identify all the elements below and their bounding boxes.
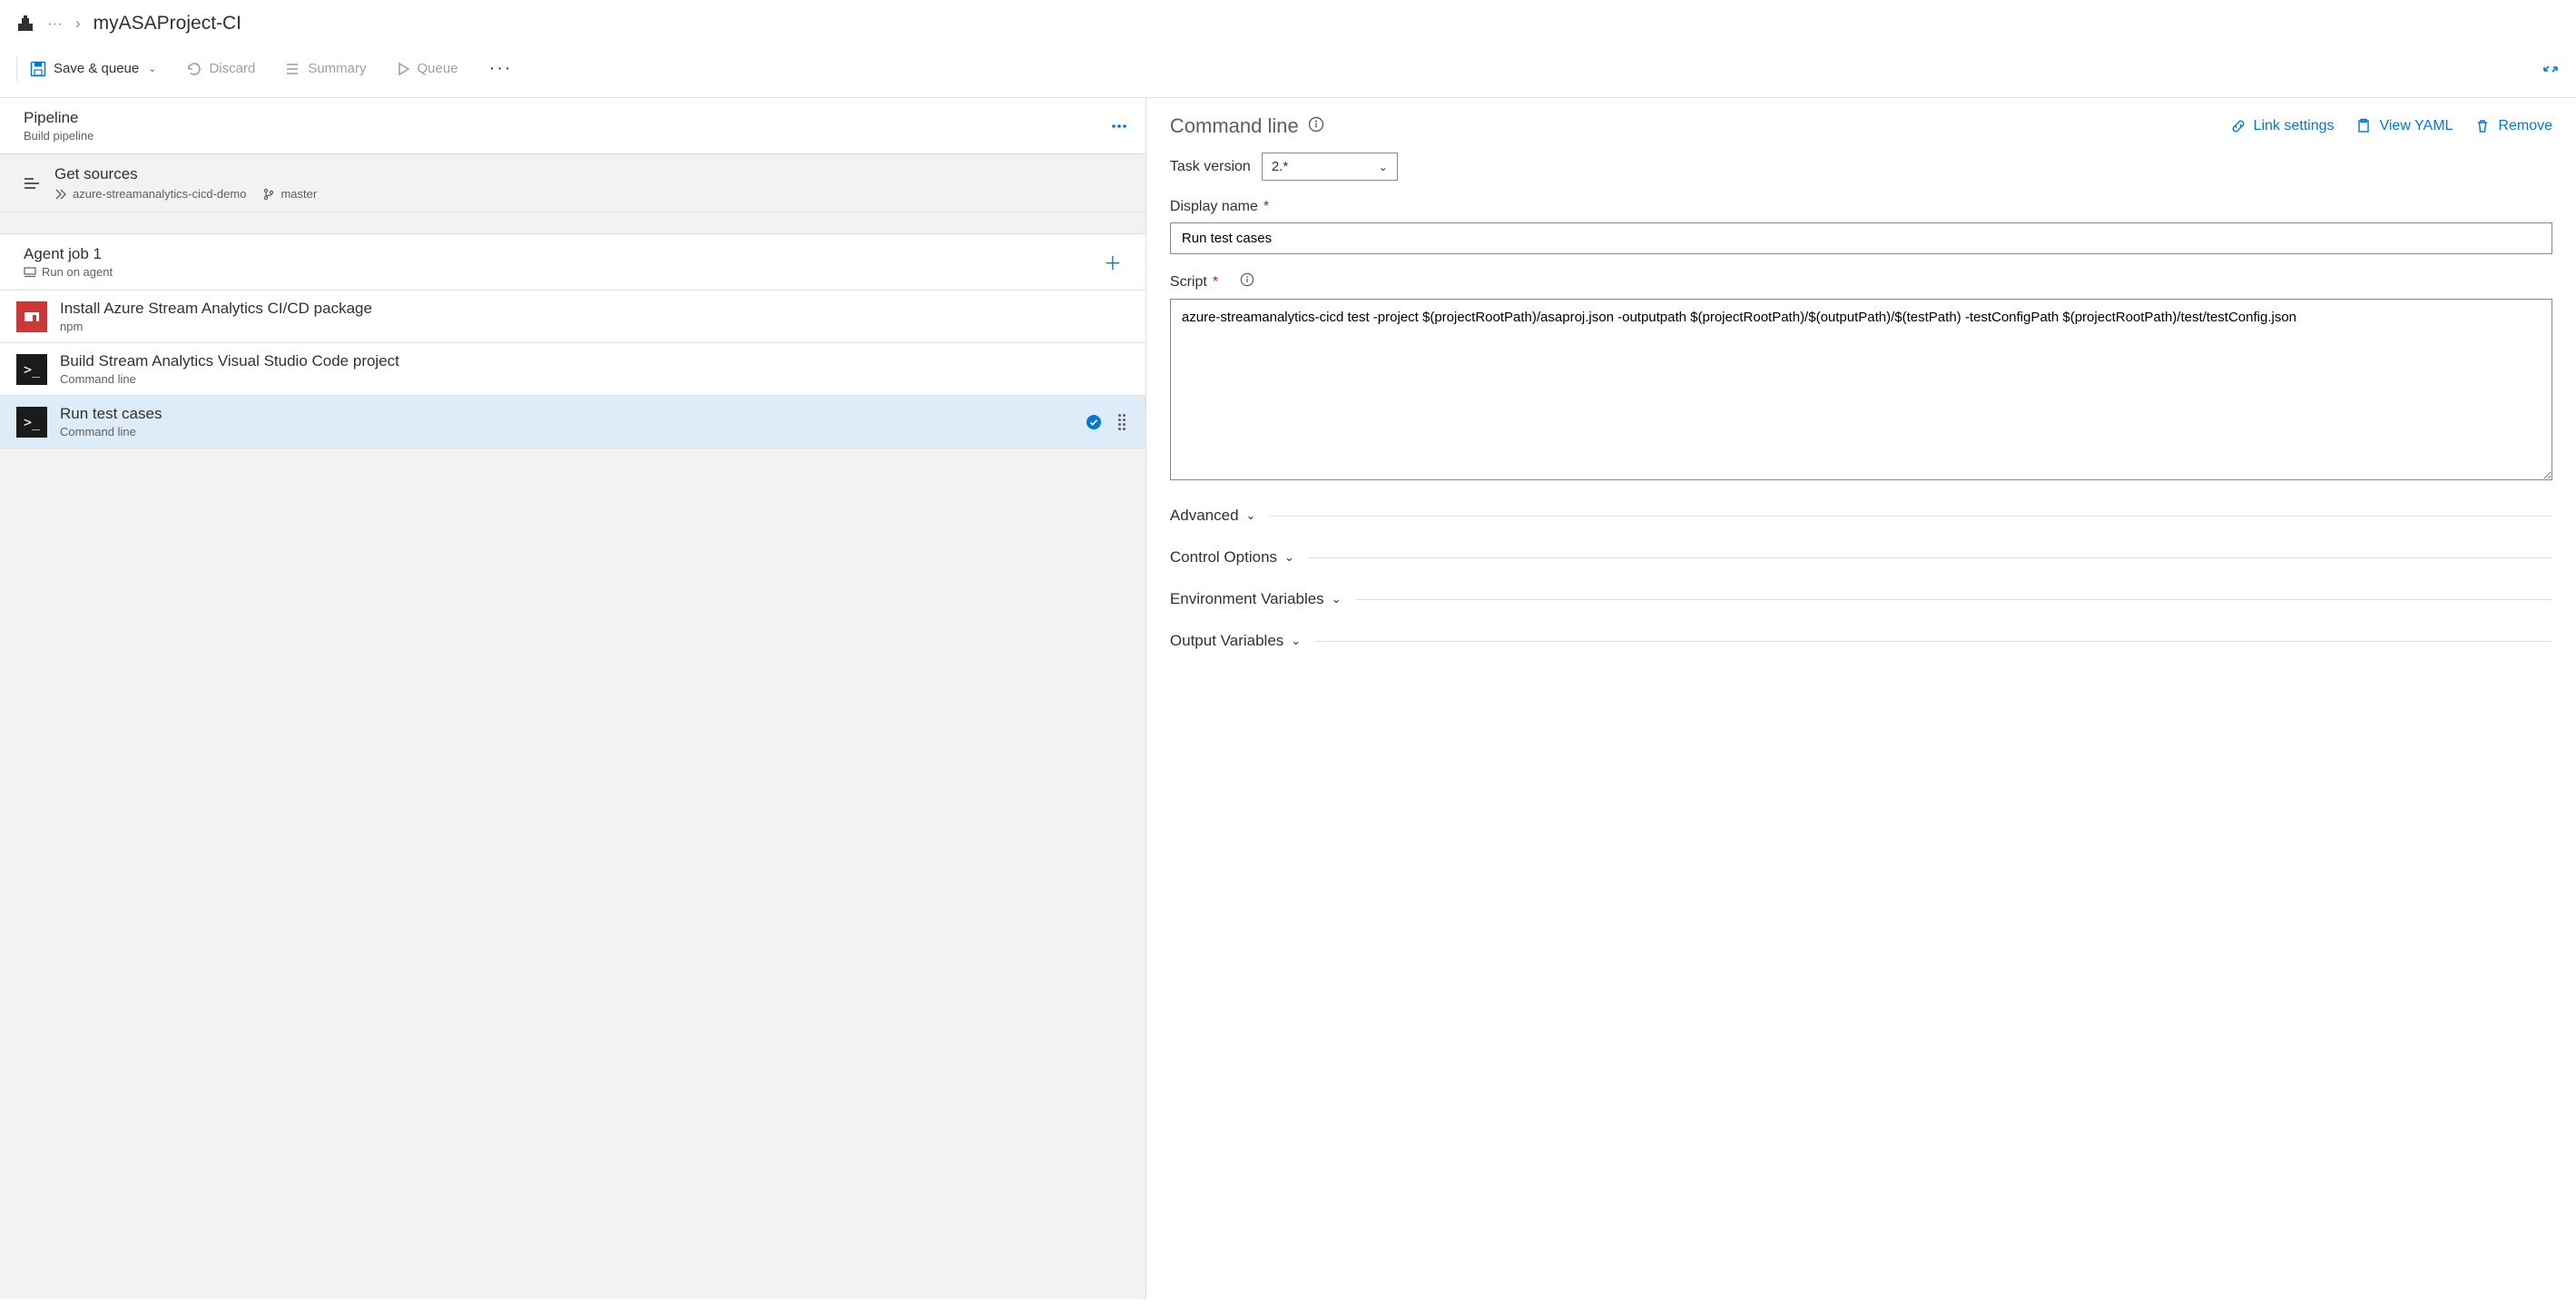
terminal-icon: >_ <box>16 354 47 385</box>
advanced-label: Advanced <box>1170 507 1239 525</box>
agent-separator <box>0 212 1145 234</box>
pipeline-sub: Build pipeline <box>24 129 1109 143</box>
pipeline-header-row[interactable]: Pipeline Build pipeline <box>0 98 1145 154</box>
task-version-select[interactable]: 2.* ⌄ <box>1262 153 1398 181</box>
clipboard-icon <box>2355 118 2372 134</box>
breadcrumb-chevron-icon: › <box>75 15 81 33</box>
remove-button[interactable]: Remove <box>2474 118 2552 134</box>
agent-icon <box>24 267 36 278</box>
task-sub: Command line <box>60 425 1073 439</box>
right-pane: Command line Link settings View YAML Rem… <box>1146 98 2576 1299</box>
pipeline-icon <box>16 15 34 33</box>
discard-label: Discard <box>209 61 255 76</box>
script-label: Script <box>1170 274 1207 291</box>
undo-icon <box>185 61 202 77</box>
sources-icon <box>16 176 47 191</box>
section-divider <box>1309 557 2552 558</box>
env-vars-section-toggle[interactable]: Environment Variables ⌄ <box>1170 590 2552 608</box>
sources-repo-label: azure-streamanalytics-cicd-demo <box>73 187 246 201</box>
task-detail-title: Command line <box>1170 114 1299 138</box>
section-divider <box>1356 599 2552 600</box>
section-divider <box>1270 516 2552 517</box>
npm-icon <box>16 301 47 332</box>
display-name-label: Display name <box>1170 199 1258 215</box>
task-row-run-tests[interactable]: >_ Run test cases Command line <box>0 396 1145 448</box>
agent-job-sub: Run on agent <box>42 265 113 279</box>
terminal-icon: >_ <box>16 407 47 438</box>
task-title: Build Stream Analytics Visual Studio Cod… <box>60 352 1129 370</box>
task-detail-header: Command line Link settings View YAML Rem… <box>1170 114 2552 138</box>
view-yaml-label: View YAML <box>2379 118 2453 134</box>
drag-handle[interactable] <box>1115 412 1129 432</box>
repo-icon <box>54 188 67 201</box>
toolbar-divider <box>16 57 17 81</box>
chevron-down-icon: ⌄ <box>1246 508 1256 523</box>
agent-job-title: Agent job 1 <box>24 245 1096 263</box>
collapse-button[interactable] <box>2542 60 2560 78</box>
info-icon[interactable] <box>1240 272 1254 291</box>
link-settings-label: Link settings <box>2254 118 2335 134</box>
chevron-down-icon: ⌄ <box>1332 592 1342 606</box>
add-task-button[interactable]: ＋ <box>1096 245 1129 279</box>
script-textarea[interactable] <box>1170 299 2552 480</box>
link-icon <box>2230 118 2247 134</box>
save-queue-label: Save & queue <box>54 61 139 76</box>
section-divider <box>1315 641 2552 642</box>
summary-button[interactable]: Summary <box>280 55 369 83</box>
remove-label: Remove <box>2498 118 2552 134</box>
chevron-down-icon: ⌄ <box>1284 550 1294 565</box>
control-options-section-toggle[interactable]: Control Options ⌄ <box>1170 548 2552 567</box>
task-title: Install Azure Stream Analytics CI/CD pac… <box>60 300 1129 318</box>
save-queue-button[interactable]: Save & queue ⌄ <box>26 55 160 83</box>
sources-repo: azure-streamanalytics-cicd-demo <box>54 187 246 201</box>
get-sources-row[interactable]: Get sources azure-streamanalytics-cicd-d… <box>0 154 1145 212</box>
task-row-install-cicd[interactable]: Install Azure Stream Analytics CI/CD pac… <box>0 291 1145 343</box>
main-split: Pipeline Build pipeline <box>0 97 2576 1299</box>
env-vars-label: Environment Variables <box>1170 590 1324 608</box>
save-icon <box>30 61 46 77</box>
chevron-down-icon: ⌄ <box>1291 634 1301 648</box>
sources-branch-label: master <box>280 187 317 201</box>
output-vars-section-toggle[interactable]: Output Variables ⌄ <box>1170 632 2552 650</box>
summary-label: Summary <box>308 61 366 76</box>
toolbar: Save & queue ⌄ Discard Summary Queue <box>0 49 2576 88</box>
sources-title: Get sources <box>54 165 1129 183</box>
discard-button[interactable]: Discard <box>182 55 259 83</box>
required-asterisk: * <box>1213 274 1218 291</box>
output-vars-label: Output Variables <box>1170 632 1283 650</box>
task-valid-icon <box>1086 414 1102 430</box>
info-icon[interactable] <box>1308 114 1324 138</box>
play-icon <box>396 62 410 76</box>
toolbar-more-button[interactable]: ··· <box>484 54 518 83</box>
task-version-value: 2.* <box>1272 159 1288 174</box>
left-pane-fill <box>0 448 1145 1299</box>
trash-icon <box>2474 118 2491 134</box>
display-name-input[interactable] <box>1170 222 2552 254</box>
task-title: Run test cases <box>60 405 1073 423</box>
advanced-section-toggle[interactable]: Advanced ⌄ <box>1170 507 2552 525</box>
left-pane: Pipeline Build pipeline <box>0 98 1146 1299</box>
pipeline-title: Pipeline <box>24 109 1109 127</box>
task-sub: Command line <box>60 372 1129 386</box>
chevron-down-icon: ⌄ <box>1379 161 1388 173</box>
task-row-build-project[interactable]: >_ Build Stream Analytics Visual Studio … <box>0 343 1145 396</box>
agent-job-row[interactable]: Agent job 1 Run on agent ＋ <box>0 234 1145 291</box>
breadcrumb-title[interactable]: myASAProject-CI <box>93 13 241 34</box>
list-icon <box>284 61 300 77</box>
chevron-down-icon: ⌄ <box>148 63 156 74</box>
queue-label: Queue <box>418 61 458 76</box>
sources-branch: master <box>262 187 317 201</box>
queue-button[interactable]: Queue <box>392 55 462 82</box>
task-sub: npm <box>60 320 1129 333</box>
pipeline-more-button[interactable] <box>1109 116 1129 136</box>
breadcrumb-ellipsis[interactable]: ··· <box>47 15 63 33</box>
link-settings-button[interactable]: Link settings <box>2230 118 2335 134</box>
branch-icon <box>262 188 275 201</box>
breadcrumb: ··· › myASAProject-CI <box>0 0 2576 44</box>
control-options-label: Control Options <box>1170 548 1277 567</box>
required-asterisk: * <box>1263 199 1269 215</box>
view-yaml-button[interactable]: View YAML <box>2355 118 2453 134</box>
task-version-label: Task version <box>1170 159 1251 175</box>
